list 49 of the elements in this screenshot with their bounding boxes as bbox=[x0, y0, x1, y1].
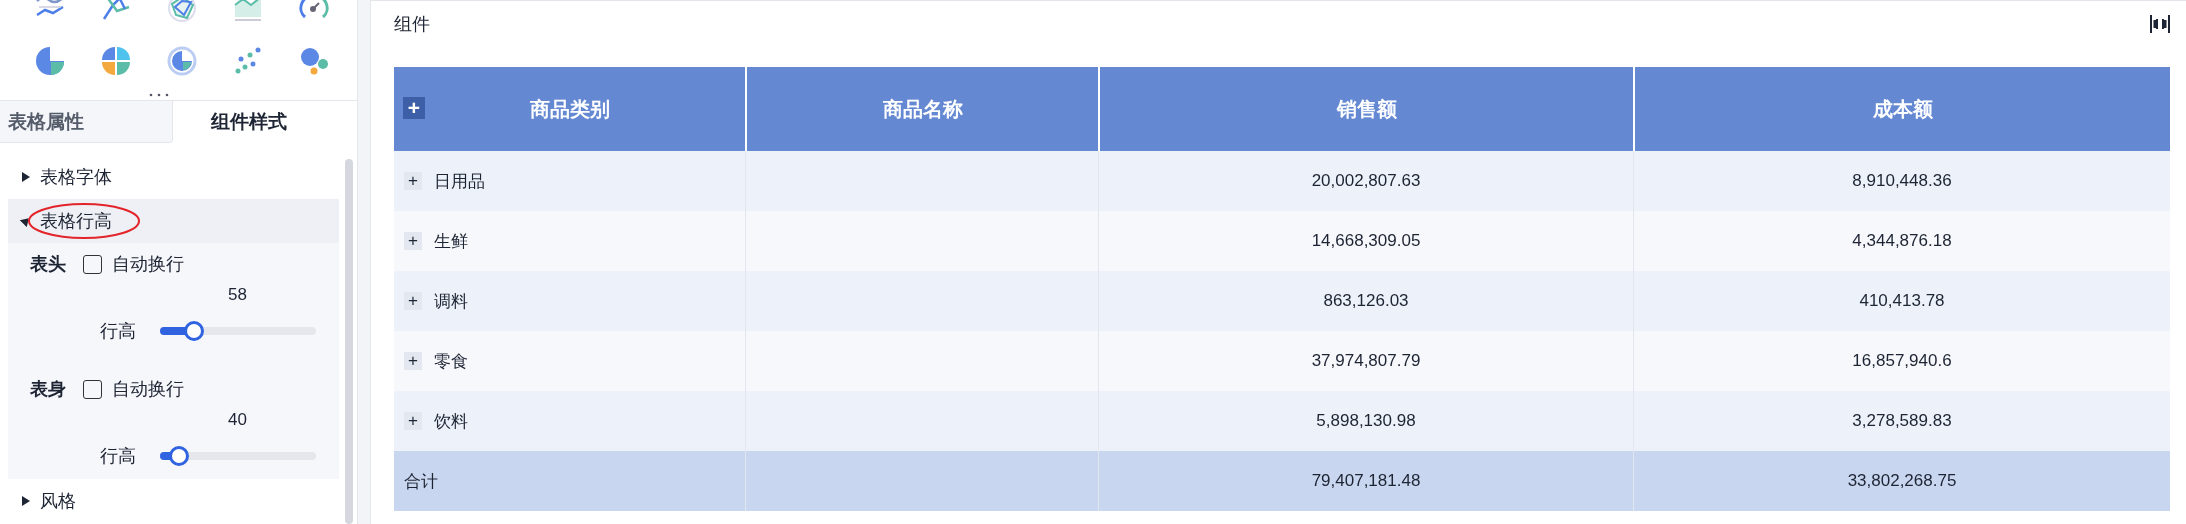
section-label: 表格行高 bbox=[40, 210, 112, 233]
group-label: 表身 bbox=[30, 378, 67, 401]
pie-chart-icon[interactable] bbox=[101, 46, 131, 76]
table-cell-text: 日用品 bbox=[434, 170, 485, 193]
column-header: 成本额 bbox=[1633, 67, 2170, 151]
expand-button[interactable]: + bbox=[404, 352, 422, 370]
donut-chart-icon[interactable] bbox=[167, 46, 197, 76]
column-header: 销售额 bbox=[1098, 67, 1633, 151]
pie-chart-icon[interactable] bbox=[35, 46, 65, 76]
table-cell-text: 生鲜 bbox=[434, 230, 468, 253]
expand-button[interactable]: + bbox=[404, 172, 422, 190]
scatter-chart-icon[interactable] bbox=[233, 46, 263, 76]
checkbox-label: 自动换行 bbox=[112, 378, 184, 401]
column-title: 商品类别 bbox=[529, 96, 610, 122]
slider-label: 行高 bbox=[99, 445, 136, 468]
section-header[interactable]: 风格 bbox=[8, 479, 339, 523]
section-header[interactable]: 表格行高 bbox=[8, 199, 339, 243]
table-cell: 79,407,181.48 bbox=[1098, 451, 1633, 511]
slider-thumb[interactable] bbox=[168, 446, 189, 466]
caret-icon bbox=[22, 172, 30, 182]
slider-value: 58 bbox=[228, 285, 247, 304]
section-label: 表格字体 bbox=[40, 166, 112, 189]
checkbox[interactable] bbox=[83, 379, 102, 399]
column-header: 商品名称 bbox=[745, 67, 1098, 151]
expand-button[interactable]: + bbox=[404, 292, 422, 310]
table-cell-text: 合计 bbox=[403, 470, 439, 493]
table-cell-text: 饮料 bbox=[434, 410, 468, 433]
section-label: 风格 bbox=[40, 490, 76, 513]
area-chart-icon[interactable] bbox=[233, 0, 263, 23]
slider-label: 行高 bbox=[99, 320, 136, 343]
slider-thumb[interactable] bbox=[184, 321, 205, 341]
table-cell: 33,802,268.75 bbox=[1633, 451, 2170, 511]
scrollbar[interactable] bbox=[345, 159, 353, 524]
expand-button[interactable]: + bbox=[404, 232, 422, 250]
group-label: 表头 bbox=[30, 253, 67, 276]
bubble-chart-icon[interactable] bbox=[299, 46, 329, 76]
section-header[interactable]: 表格字体 bbox=[8, 155, 339, 199]
expand-all-button[interactable]: + bbox=[403, 97, 425, 119]
table-cell-text: 零食 bbox=[434, 350, 468, 373]
slider-value: 40 bbox=[228, 410, 247, 429]
component-title: 组件 bbox=[394, 13, 430, 36]
table-cell-text: 调料 bbox=[434, 290, 468, 313]
radar-chart-icon[interactable] bbox=[167, 0, 197, 23]
panel-tab[interactable]: 表格属性 bbox=[0, 101, 173, 143]
expand-button[interactable]: + bbox=[404, 412, 422, 430]
caret-icon bbox=[22, 496, 30, 506]
checkbox-label: 自动换行 bbox=[112, 253, 184, 276]
bars-icon[interactable] bbox=[2150, 15, 2170, 33]
checkbox[interactable] bbox=[83, 254, 102, 274]
